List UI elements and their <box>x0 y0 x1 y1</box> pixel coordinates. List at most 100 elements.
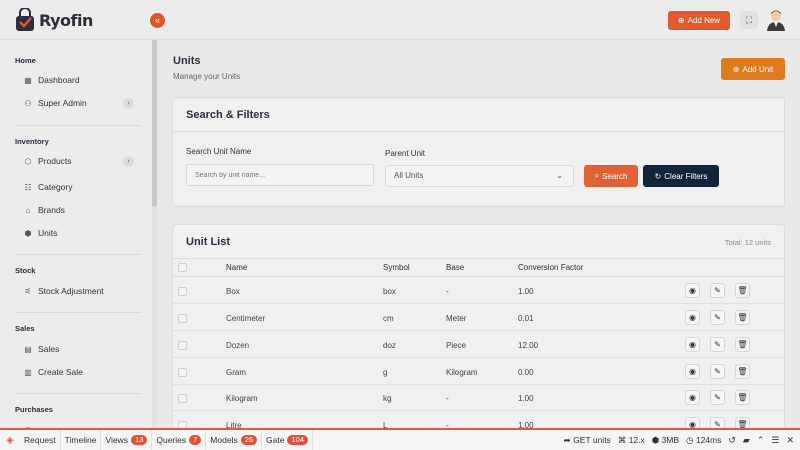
add-unit-button[interactable]: ⊕ Add Unit <box>721 58 785 80</box>
view-icon[interactable]: ◉ <box>685 337 700 352</box>
edit-icon[interactable]: ✎ <box>710 390 725 405</box>
row-checkbox[interactable] <box>178 341 187 350</box>
debug-tab-models[interactable]: Models 26 <box>206 430 263 450</box>
clear-filters-button[interactable]: ↻ Clear Filters <box>643 165 719 187</box>
route-info[interactable]: ➦ GET units <box>564 435 611 446</box>
cell-symbol: kg <box>383 394 392 403</box>
add-new-button[interactable]: ⊕ Add New <box>668 11 730 30</box>
row-checkbox[interactable] <box>178 287 187 296</box>
table-row[interactable]: Centimeter cm Meter 0.01 ◉ ✎ 🗑 <box>173 305 784 331</box>
debug-tab-label: Queries <box>156 435 187 445</box>
user-avatar[interactable] <box>765 9 787 31</box>
brand-logo[interactable]: Ryofin <box>14 7 93 32</box>
delete-icon[interactable]: 🗑 <box>735 337 750 352</box>
tag-icon: ⌂ <box>25 205 31 215</box>
delete-icon[interactable]: 🗑 <box>735 283 750 298</box>
sidebar-item-stock-adjustment[interactable]: ⚟ Stock Adjustment <box>23 284 103 298</box>
delete-icon[interactable]: 🗑 <box>735 364 750 379</box>
debug-tab-queries[interactable]: Queries 7 <box>152 430 207 450</box>
sidebar-item-sales[interactable]: ▤ Sales <box>23 342 59 356</box>
sidebar-item-products[interactable]: ⬡ Products <box>23 154 72 168</box>
table-row[interactable]: Gram g Kilogram 0.00 ◉ ✎ 🗑 <box>173 359 784 385</box>
total-count: Total: 12 units <box>724 238 771 247</box>
view-icon[interactable]: ◉ <box>685 364 700 379</box>
delete-icon[interactable]: 🗑 <box>735 390 750 405</box>
edit-icon[interactable]: ✎ <box>710 337 725 352</box>
select-all-checkbox[interactable] <box>178 263 187 272</box>
edit-icon[interactable]: ✎ <box>710 310 725 325</box>
chevron-right-icon[interactable]: › <box>123 156 134 167</box>
parent-unit-select[interactable]: All Units ⌄ <box>385 165 574 187</box>
row-checkbox[interactable] <box>178 368 187 377</box>
table-row[interactable]: Kilogram kg - 1.00 ◉ ✎ 🗑 <box>173 385 784 411</box>
sidebar-scrollbar[interactable] <box>152 40 157 428</box>
version-text: 12.x <box>628 434 645 445</box>
view-icon[interactable]: ◉ <box>685 390 700 405</box>
row-checkbox[interactable] <box>178 314 187 323</box>
edit-icon[interactable]: ✎ <box>710 283 725 298</box>
debug-tab-request[interactable]: Request <box>20 430 61 450</box>
sidebar-item-category[interactable]: ☷ Category <box>23 180 72 194</box>
section-title-stock: Stock <box>15 266 36 275</box>
sidebar-item-label: Super Admin <box>38 98 87 108</box>
cell-name: Centimeter <box>226 314 266 323</box>
sidebar-item-dashboard[interactable]: ▦ Dashboard <box>23 73 79 87</box>
time-info[interactable]: ◷ 124ms <box>686 435 721 446</box>
cubes-icon: ⬢ <box>651 434 660 445</box>
doc-plus-icon: ▥ <box>24 367 32 377</box>
shopping-bag-icon <box>14 7 36 32</box>
debug-bar-right: ➦ GET units ⌘ 12.x ⬢ 3MB ◷ 124ms ↺ ▰ ⌃ ☰… <box>564 430 794 450</box>
debug-tab-timeline[interactable]: Timeline <box>61 430 102 450</box>
section-title-purchases: Purchases <box>15 405 53 414</box>
scrollbar-thumb[interactable] <box>152 40 157 206</box>
search-button[interactable]: ⌕ Search <box>584 165 638 187</box>
memory-text: 3MB <box>661 434 680 445</box>
view-icon[interactable]: ◉ <box>685 283 700 298</box>
cell-factor: 1.00 <box>518 287 534 296</box>
column-header-base[interactable]: Base <box>446 263 464 272</box>
cell-symbol: g <box>383 368 388 377</box>
sidebar-item-label: Create Sale <box>38 367 83 377</box>
admin-icon: ⚇ <box>24 98 32 108</box>
table-row[interactable]: Dozen doz Piece 12.00 ◉ ✎ 🗑 <box>173 332 784 358</box>
sidebar-item-label: Products <box>38 156 72 166</box>
divider <box>15 254 141 255</box>
folder-icon[interactable]: ▰ <box>743 435 750 446</box>
count-badge: 26 <box>240 435 258 445</box>
plus-circle-icon: ⊕ <box>677 16 685 25</box>
debug-tab-views[interactable]: Views 13 <box>101 430 153 450</box>
sidebar-item-label: Sales <box>38 344 60 354</box>
chevron-up-icon[interactable]: ⌃ <box>757 435 765 446</box>
memory-info[interactable]: ⬢ 3MB <box>652 435 679 446</box>
box-icon: ⬡ <box>24 156 32 166</box>
chevron-right-icon[interactable]: › <box>123 98 134 109</box>
cell-base: - <box>446 394 449 403</box>
laravel-logo-icon[interactable]: ◈ <box>0 435 20 446</box>
table-row[interactable]: Box box - 1.00 ◉ ✎ 🗑 <box>173 278 784 304</box>
close-icon[interactable]: ✕ <box>786 435 794 446</box>
add-unit-label: Add Unit <box>742 64 774 74</box>
add-new-label: Add New <box>687 16 721 25</box>
edit-icon[interactable]: ✎ <box>710 364 725 379</box>
unit-name-search-input[interactable] <box>186 164 374 186</box>
divider <box>15 393 141 394</box>
column-header-symbol[interactable]: Symbol <box>383 263 410 272</box>
settings-icon[interactable]: ☰ <box>771 435 779 446</box>
history-icon[interactable]: ↺ <box>728 435 736 446</box>
fullscreen-icon[interactable]: ⛶ <box>740 11 758 29</box>
debug-tab-label: Gate <box>266 435 285 445</box>
column-header-conversion-factor[interactable]: Conversion Factor <box>518 263 583 272</box>
row-checkbox[interactable] <box>178 394 187 403</box>
cell-factor: 0.00 <box>518 368 534 377</box>
sidebar-item-super-admin[interactable]: ⚇ Super Admin <box>23 96 87 110</box>
delete-icon[interactable]: 🗑 <box>735 310 750 325</box>
version-info[interactable]: ⌘ 12.x <box>618 435 645 446</box>
sidebar-item-units[interactable]: ⬢ Units <box>23 226 58 240</box>
sidebar-item-brands[interactable]: ⌂ Brands <box>23 203 65 217</box>
column-header-name[interactable]: Name <box>226 263 247 272</box>
sidebar-item-create-sale[interactable]: ▥ Create Sale <box>23 365 83 379</box>
view-icon[interactable]: ◉ <box>685 310 700 325</box>
debug-tab-gate[interactable]: Gate 104 <box>262 430 313 450</box>
sidebar-collapse-button[interactable]: « <box>150 13 165 28</box>
filters-title: Search & Filters <box>186 109 270 121</box>
